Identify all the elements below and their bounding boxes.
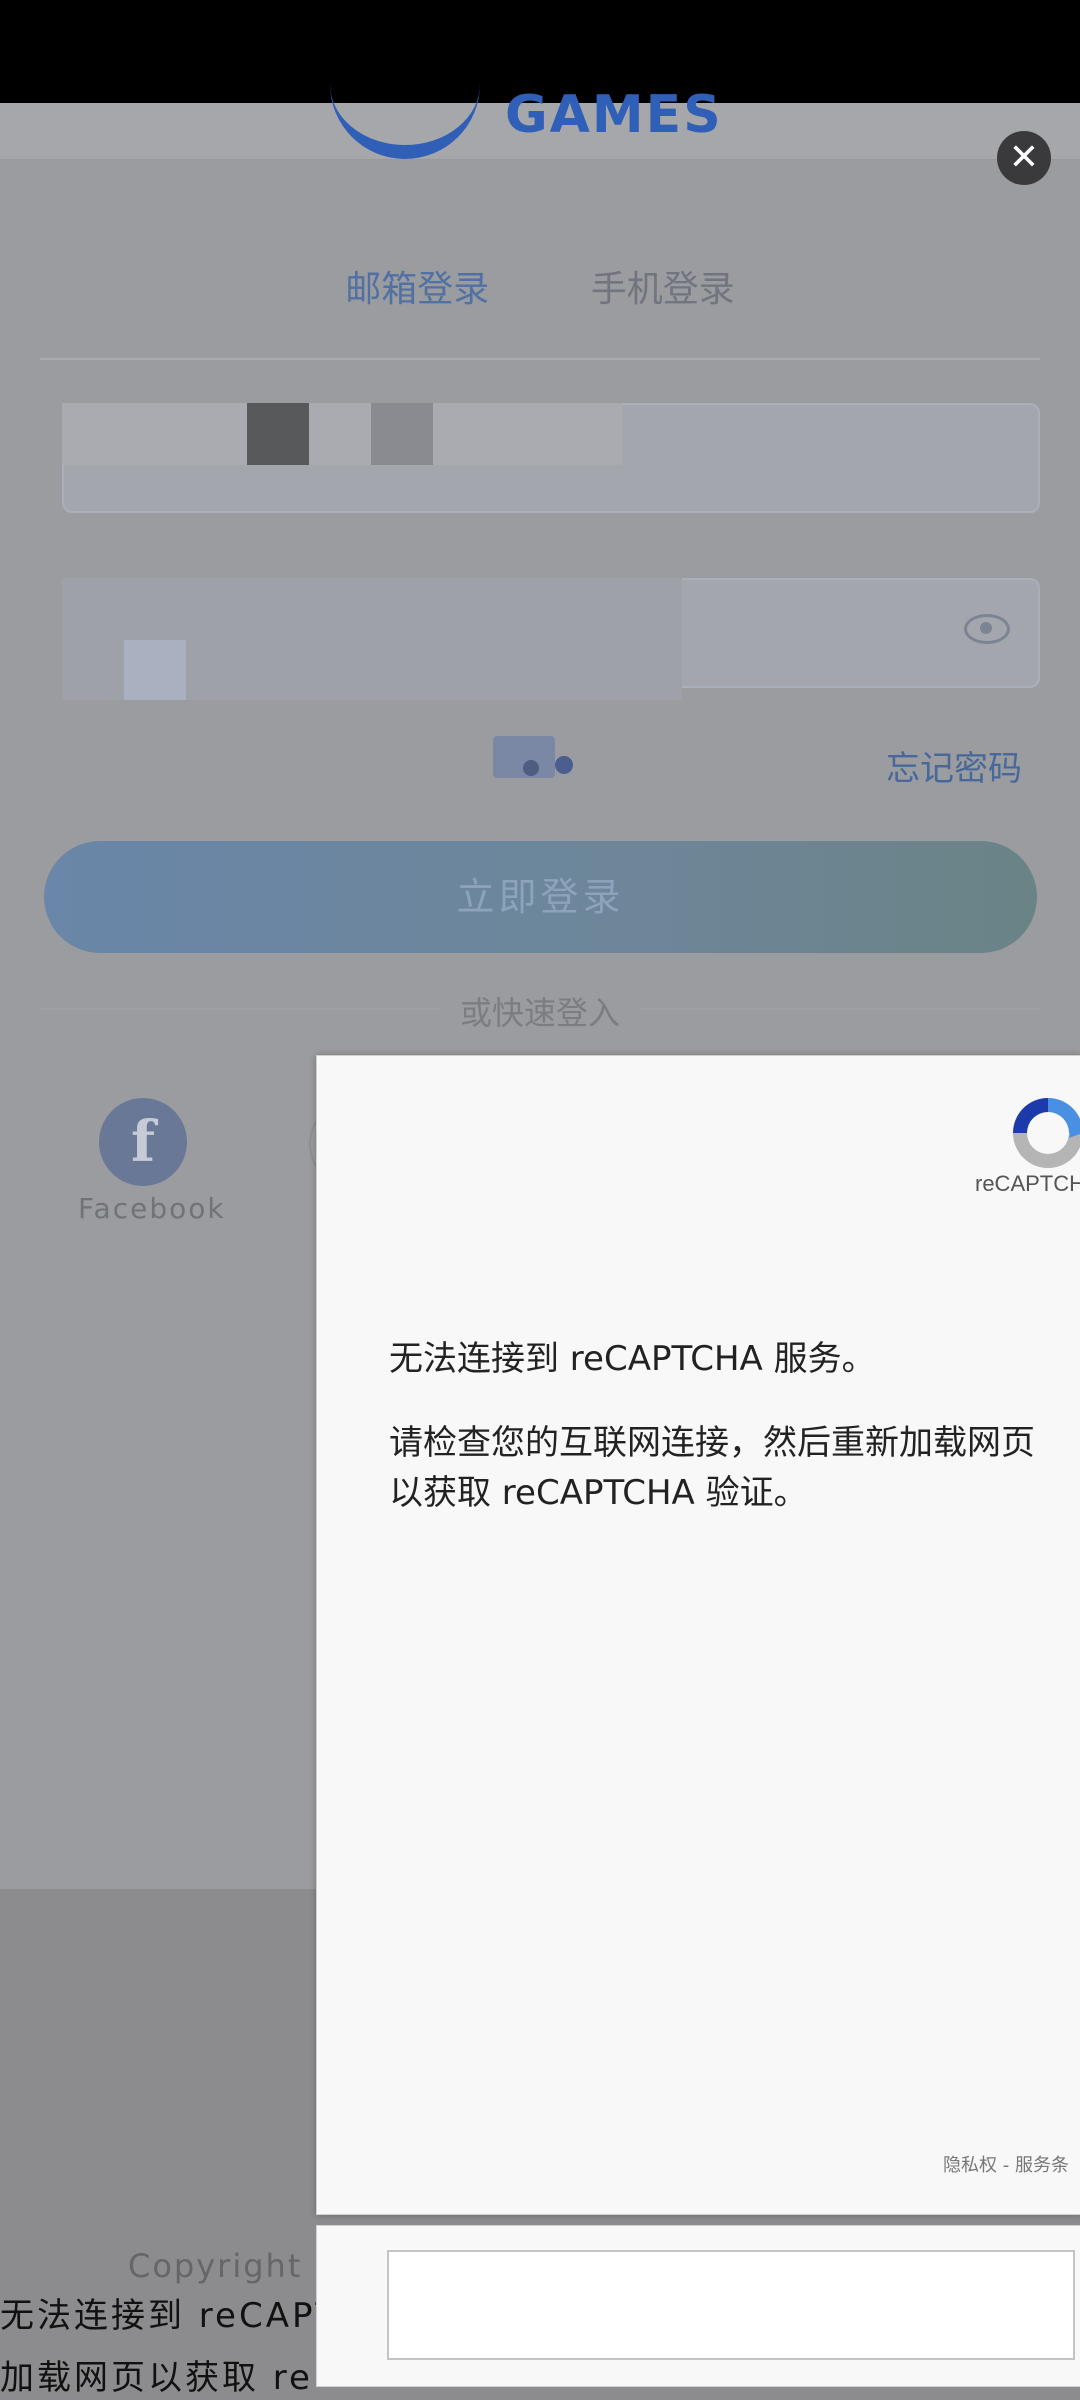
quick-login-text: 或快速登入: [439, 994, 640, 1032]
login-tabs: 邮箱登录 手机登录: [0, 260, 1080, 312]
error-text-line: 加载网页以获取 re: [0, 2358, 313, 2398]
tab-email-login[interactable]: 邮箱登录: [345, 260, 489, 312]
facebook-login-button[interactable]: f Facebook: [78, 1098, 226, 1225]
page-header: GAMES: [0, 85, 1080, 160]
login-button[interactable]: 立即登录: [44, 841, 1037, 953]
recaptcha-dialog: reCAPTCH 无法连接到 reCAPTCHA 服务。 请检查您的互联网连接，…: [316, 1055, 1080, 2215]
redacted-block: [62, 403, 622, 465]
loading-dot: [523, 760, 539, 776]
email-field[interactable]: [62, 403, 1040, 513]
tab-phone-login[interactable]: 手机登录: [591, 260, 735, 312]
quick-login-label: 或快速登入: [0, 988, 1080, 1034]
copyright-text: Copyright 2: [128, 2247, 337, 2285]
recaptcha-response-field[interactable]: [387, 2250, 1075, 2360]
recaptcha-privacy-terms-links[interactable]: 隐私权 - 服务条: [943, 2151, 1069, 2177]
recaptcha-error-title: 无法连接到 reCAPTCHA 服务。: [389, 1339, 876, 1379]
redacted-block: [124, 640, 186, 700]
logo-text: GAMES: [505, 85, 723, 145]
recaptcha-logo-icon: [1013, 1098, 1080, 1168]
close-icon[interactable]: ✕: [997, 131, 1051, 185]
loading-icon: [493, 736, 573, 778]
redacted-block: [371, 403, 433, 465]
redacted-block: [247, 403, 309, 465]
forgot-password-link[interactable]: 忘记密码: [886, 741, 1022, 790]
error-text-line: 无法连接到 reCAPT: [0, 2296, 320, 2336]
eye-icon[interactable]: [964, 614, 1010, 644]
facebook-label: Facebook: [78, 1192, 226, 1225]
facebook-icon: f: [99, 1098, 187, 1186]
recaptcha-error-body: 请检查您的互联网连接，然后重新加载网页以获取 reCAPTCHA 验证。: [389, 1423, 1035, 1513]
loading-dot: [555, 756, 573, 774]
recaptcha-brand: reCAPTCH: [975, 1171, 1080, 1196]
login-button-label: 立即登录: [456, 875, 625, 919]
tabs-divider: [40, 358, 1040, 360]
logo-icon: [330, 73, 480, 159]
password-field[interactable]: [62, 578, 1040, 700]
recaptcha-response-panel: [316, 2225, 1080, 2387]
